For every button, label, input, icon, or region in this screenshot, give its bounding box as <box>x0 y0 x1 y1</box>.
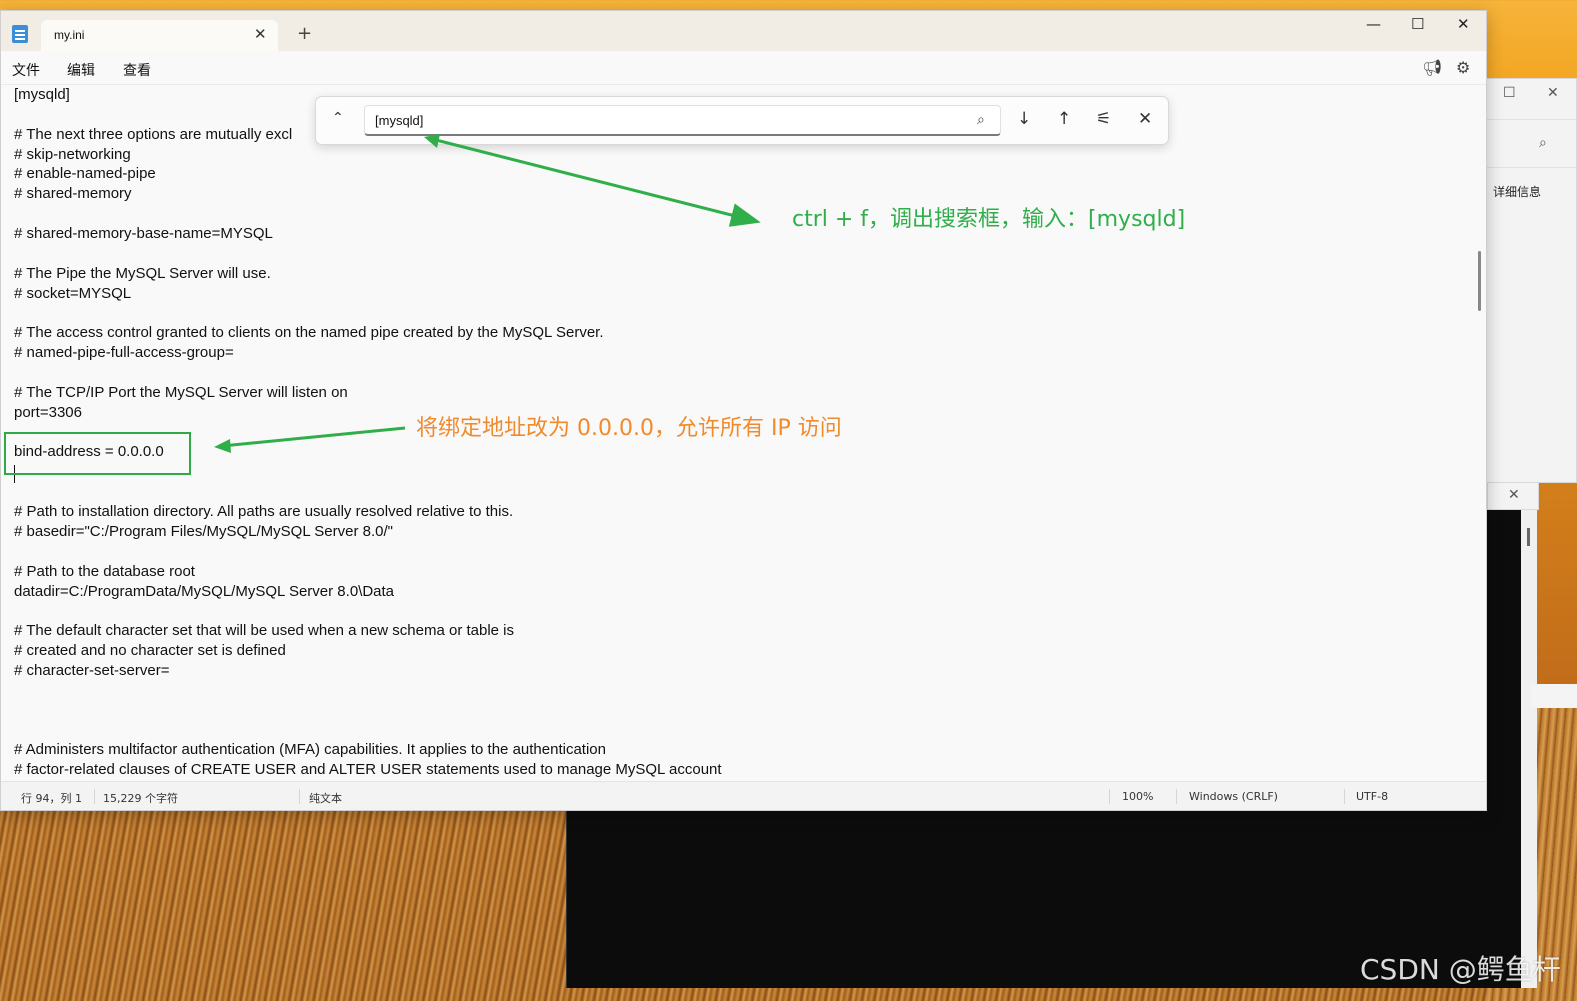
bg-details-button[interactable]: 详细信息 <box>1493 183 1541 200</box>
editor-line: # The default character set that will be… <box>14 622 515 639</box>
bg-search-icon[interactable]: ⌕ <box>1539 135 1547 151</box>
search-icon[interactable]: ⌕ <box>977 112 985 128</box>
bg-close-button[interactable]: ✕ <box>1547 85 1559 101</box>
menu-view[interactable]: 查看 <box>123 60 151 80</box>
menu-edit[interactable]: 编辑 <box>67 60 95 80</box>
notepad-app-icon <box>12 25 28 43</box>
editor-line: # Path to installation directory. All pa… <box>14 503 514 520</box>
titlebar: my.ini ✕ + — ☐ ✕ <box>1 11 1486 51</box>
terminal-close-button[interactable]: ✕ <box>1508 487 1520 503</box>
gear-icon[interactable]: ⚙ <box>1456 58 1470 77</box>
tab-close-icon[interactable]: ✕ <box>254 25 267 43</box>
find-close-button[interactable]: ✕ <box>1138 109 1152 129</box>
bind-address-highlight-box <box>4 432 191 475</box>
editor-line: # skip-networking <box>14 146 131 163</box>
find-options-icon[interactable]: ⚟ <box>1096 109 1111 129</box>
editor-line: # shared-memory-base-name=MYSQL <box>14 225 273 242</box>
find-input[interactable]: [mysqld] ⌕ <box>364 105 1001 136</box>
bg-maximize-button[interactable]: ☐ <box>1503 85 1516 101</box>
editor-line: # The next three options are mutually ex… <box>14 126 293 143</box>
find-query-text: [mysqld] <box>375 113 424 128</box>
editor-line: [mysqld] <box>14 86 70 103</box>
find-next-button[interactable]: ↓ <box>1017 109 1031 129</box>
editor-line: # socket=MYSQL <box>14 285 132 302</box>
background-terminal-titlebar: ✕ <box>1487 482 1539 510</box>
editor-line: # created and no character set is define… <box>14 642 286 659</box>
tab-my-ini[interactable]: my.ini ✕ <box>41 20 278 51</box>
editor-line: # named-pipe-full-access-group= <box>14 344 234 361</box>
statusbar: 行 94，列 1 15,229 个字符 纯文本 100% Windows (CR… <box>1 781 1486 810</box>
editor-line: # basedir="C:/Program Files/MySQL/MySQL … <box>14 523 393 540</box>
editor-line: datadir=C:/ProgramData/MySQL/MySQL Serve… <box>14 583 395 600</box>
editor-line: # shared-memory <box>14 185 132 202</box>
csdn-watermark: CSDN @鳄鱼杆 <box>1360 953 1561 986</box>
editor-scrollbar[interactable] <box>1478 251 1481 311</box>
status-position: 行 94，列 1 <box>21 792 82 805</box>
find-previous-button[interactable]: ↑ <box>1057 109 1071 129</box>
new-tab-button[interactable]: + <box>297 25 312 43</box>
background-icons-strip <box>1531 684 1577 708</box>
maximize-button[interactable]: ☐ <box>1411 15 1424 33</box>
tab-title: my.ini <box>54 28 85 42</box>
editor-line: port=3306 <box>14 404 82 421</box>
editor-line: # enable-named-pipe <box>14 165 156 182</box>
editor-line: # The access control granted to clients … <box>14 324 604 341</box>
editor-line: # The TCP/IP Port the MySQL Server will … <box>14 384 348 401</box>
menu-file[interactable]: 文件 <box>12 60 40 80</box>
bind-hint-annotation: 将绑定地址改为 0.0.0.0，允许所有 IP 访问 <box>416 416 842 441</box>
search-hint-annotation: ctrl + f，调出搜索框，输入：[mysqld] <box>792 207 1186 232</box>
editor-line: # Path to the database root <box>14 563 195 580</box>
status-char-count: 15,229 个字符 <box>103 792 178 805</box>
editor-line: # factor-related clauses of CREATE USER … <box>14 761 722 778</box>
close-button[interactable]: ✕ <box>1457 15 1470 33</box>
find-bar: ⌃ [mysqld] ⌕ ↓ ↑ ⚟ ✕ <box>315 96 1169 145</box>
status-encoding: UTF-8 <box>1356 790 1389 803</box>
status-format: 纯文本 <box>309 792 342 805</box>
editor-line: # The Pipe the MySQL Server will use. <box>14 265 271 282</box>
megaphone-icon[interactable]: 📢︎ <box>1422 58 1442 77</box>
terminal-scrollbar[interactable] <box>1521 510 1537 988</box>
editor-line: # Administers multifactor authentication… <box>14 741 606 758</box>
find-replace-toggle-chevron-icon[interactable]: ⌃ <box>332 110 344 126</box>
minimize-button[interactable]: — <box>1366 15 1381 33</box>
menubar: 文件 编辑 查看 📢︎ ⚙ <box>1 51 1486 85</box>
status-line-ending: Windows (CRLF) <box>1189 790 1278 803</box>
editor-line: # character-set-server= <box>14 662 170 679</box>
status-zoom[interactable]: 100% <box>1122 790 1153 803</box>
